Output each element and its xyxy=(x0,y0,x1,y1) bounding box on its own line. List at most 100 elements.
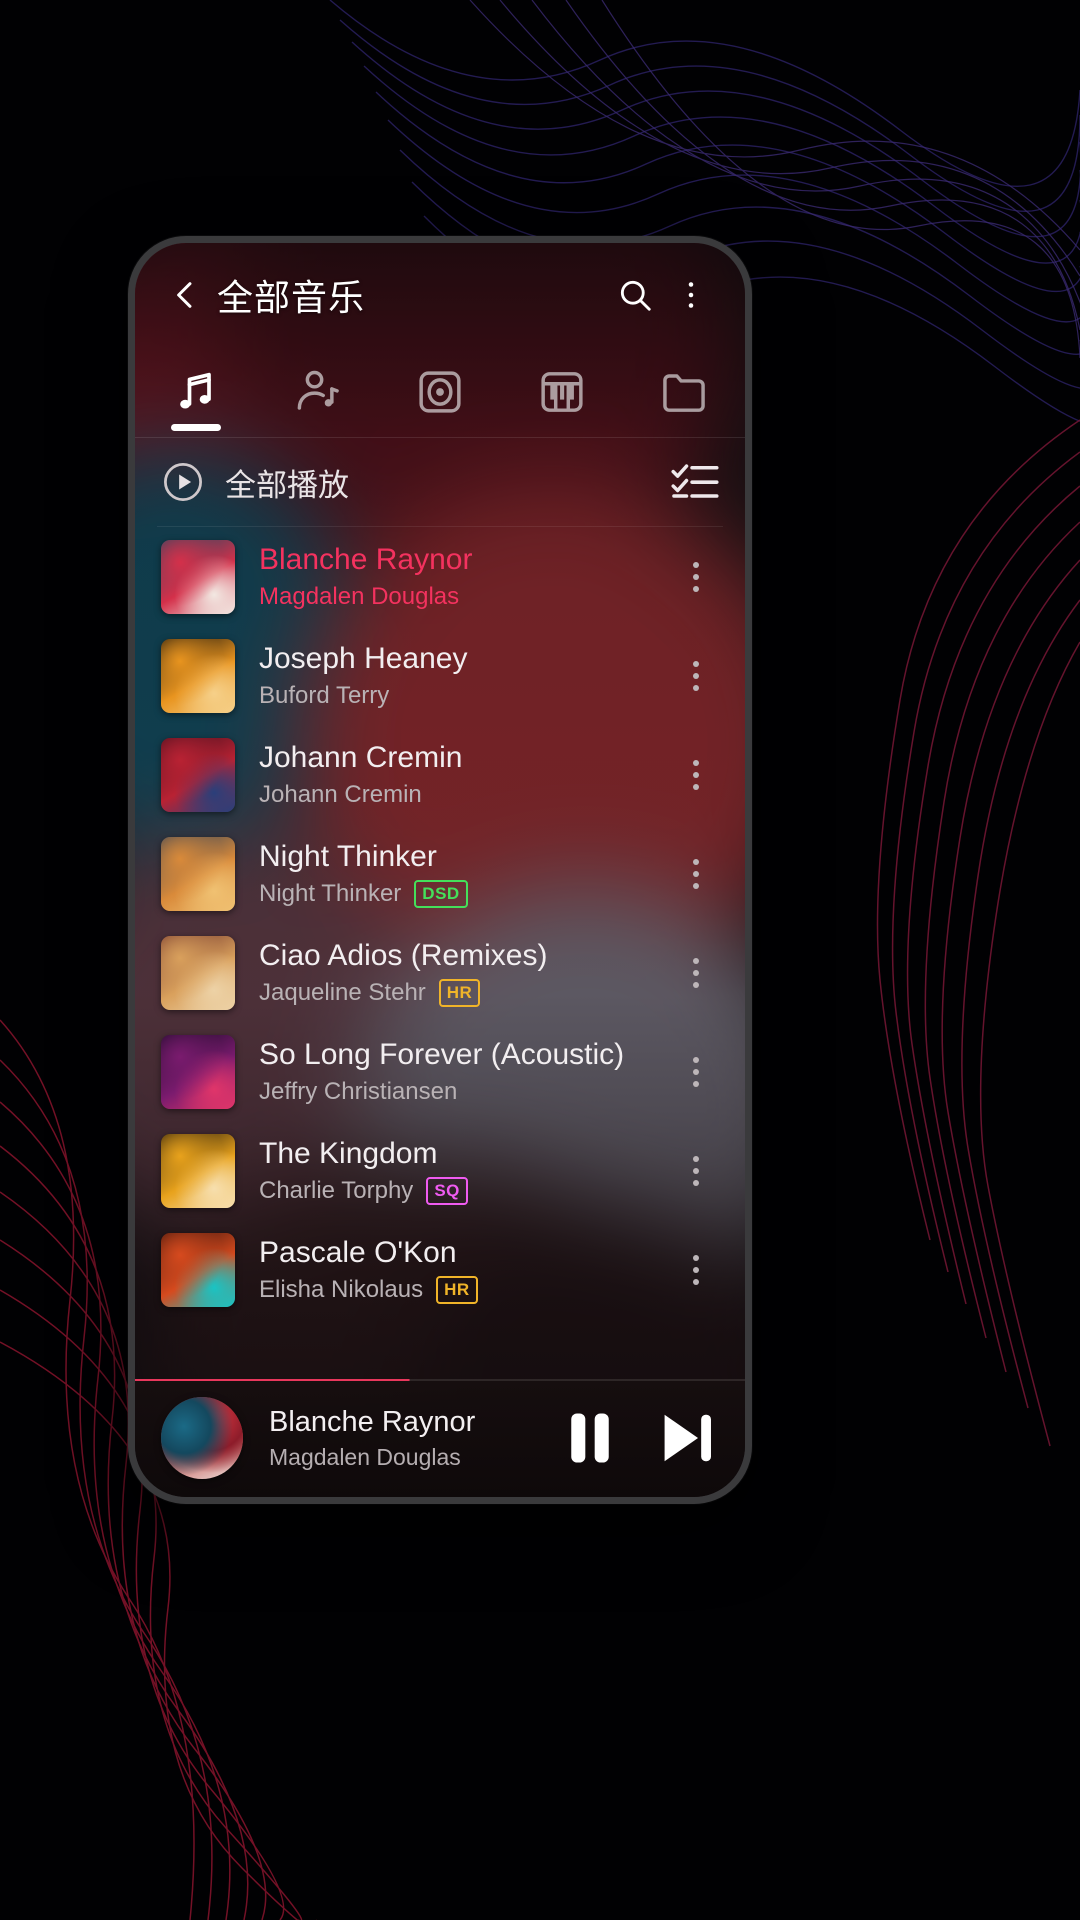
more-vertical-icon xyxy=(693,1254,699,1261)
song-title: Pascale O'Kon xyxy=(259,1236,457,1270)
song-row[interactable]: The Kingdom Charlie Torphy SQ xyxy=(135,1121,745,1220)
more-vertical-icon xyxy=(693,672,699,679)
song-subline: Elisha Nikolaus HR xyxy=(259,1275,669,1304)
song-artwork xyxy=(161,836,235,911)
song-title: Johann Cremin xyxy=(259,741,463,775)
more-vertical-icon xyxy=(693,771,699,778)
song-artist: Magdalen Douglas xyxy=(259,582,460,610)
song-artist: Night Thinker xyxy=(259,879,402,907)
tab-songs[interactable] xyxy=(135,347,257,437)
song-title: The Kingdom xyxy=(259,1137,438,1171)
song-artist: Buford Terry xyxy=(259,681,390,709)
app-topbar: 全部音乐 xyxy=(135,243,745,347)
song-artwork xyxy=(161,737,235,812)
more-vertical-icon xyxy=(693,870,699,877)
search-button[interactable] xyxy=(607,267,663,323)
more-vertical-icon xyxy=(693,1278,699,1285)
song-more-button[interactable] xyxy=(669,933,723,1013)
song-title: Joseph Heaney xyxy=(259,642,468,676)
more-vertical-icon xyxy=(693,1056,699,1063)
song-more-button[interactable] xyxy=(669,537,723,617)
song-artist: Jaqueline Stehr xyxy=(259,978,426,1006)
tab-albums[interactable] xyxy=(379,347,501,437)
song-row[interactable]: Ciao Adios (Remixes) Jaqueline Stehr HR xyxy=(135,923,745,1022)
more-vertical-icon xyxy=(693,1179,699,1186)
tab-genres[interactable] xyxy=(501,347,623,437)
page-title: 全部音乐 xyxy=(217,277,366,318)
song-artwork xyxy=(161,638,235,713)
play-circle-icon xyxy=(164,463,202,501)
song-artist: Johann Cremin xyxy=(259,780,422,808)
song-more-button[interactable] xyxy=(669,1032,723,1112)
pause-button[interactable] xyxy=(563,1409,617,1467)
mini-player-controls xyxy=(563,1409,715,1467)
song-subline: Magdalen Douglas xyxy=(259,583,669,611)
song-title: Night Thinker xyxy=(259,840,437,874)
multiselect-button[interactable] xyxy=(671,460,719,504)
playback-progress-bar[interactable] xyxy=(135,1379,745,1381)
song-subline: Charlie Torphy SQ xyxy=(259,1176,669,1205)
song-row[interactable]: Night Thinker Night Thinker DSD xyxy=(135,824,745,923)
song-row[interactable]: Joseph Heaney Buford Terry xyxy=(135,626,745,725)
more-vertical-icon xyxy=(693,783,699,790)
chevron-left-icon xyxy=(177,282,192,308)
song-title: Blanche Raynor xyxy=(259,543,473,577)
song-artwork xyxy=(161,935,235,1010)
back-button[interactable] xyxy=(161,271,209,319)
more-vertical-icon xyxy=(693,684,699,691)
song-title: So Long Forever (Acoustic) xyxy=(259,1038,625,1072)
song-row[interactable]: Johann Cremin Johann Cremin xyxy=(135,725,745,824)
album-disc-icon xyxy=(419,371,461,413)
play-all-label: 全部播放 xyxy=(225,467,349,503)
mini-player-meta: Blanche Raynor Magdalen Douglas xyxy=(269,1405,563,1470)
phone-device: 全部音乐 全部播放 Blanche Raynor Magdalen Dougla… xyxy=(128,236,752,1504)
song-more-button[interactable] xyxy=(669,1131,723,1211)
artist-icon xyxy=(297,370,339,410)
phone-screen: 全部音乐 全部播放 Blanche Raynor Magdalen Dougla… xyxy=(135,243,745,1497)
more-vertical-icon xyxy=(688,282,694,308)
more-vertical-icon xyxy=(693,759,699,766)
skip-next-icon xyxy=(664,1414,711,1462)
song-more-button[interactable] xyxy=(669,735,723,815)
song-row[interactable]: Blanche Raynor Magdalen Douglas xyxy=(135,527,745,626)
song-list[interactable]: Blanche Raynor Magdalen Douglas Joseph Hea… xyxy=(135,527,745,1317)
play-all-button[interactable]: 全部播放 xyxy=(161,460,349,505)
song-artist: Elisha Nikolaus xyxy=(259,1275,424,1303)
tab-artists[interactable] xyxy=(257,347,379,437)
song-meta: Johann Cremin Johann Cremin xyxy=(259,740,669,808)
overflow-menu-button[interactable] xyxy=(663,267,719,323)
piano-keys-icon xyxy=(541,372,583,412)
tab-active-indicator xyxy=(171,424,221,431)
search-icon xyxy=(620,280,651,311)
quality-badge: HR xyxy=(438,978,481,1007)
song-artwork xyxy=(161,1133,235,1208)
more-vertical-icon xyxy=(693,660,699,667)
song-more-button[interactable] xyxy=(669,1230,723,1310)
song-subline: Buford Terry xyxy=(259,682,669,710)
more-vertical-icon xyxy=(693,981,699,988)
more-vertical-icon xyxy=(693,573,699,580)
more-vertical-icon xyxy=(693,585,699,592)
tab-folders[interactable] xyxy=(623,347,745,437)
quality-badge: SQ xyxy=(426,1176,468,1205)
song-meta: Joseph Heaney Buford Terry xyxy=(259,641,669,709)
song-meta: So Long Forever (Acoustic) Jeffry Christi… xyxy=(259,1037,669,1105)
song-more-button[interactable] xyxy=(669,834,723,914)
song-row[interactable]: So Long Forever (Acoustic) Jeffry Christi… xyxy=(135,1022,745,1121)
more-vertical-icon xyxy=(693,858,699,865)
mini-player[interactable]: Blanche Raynor Magdalen Douglas xyxy=(135,1379,745,1497)
music-note-icon xyxy=(180,372,211,409)
mini-player-artwork xyxy=(161,1397,243,1479)
song-subline: Johann Cremin xyxy=(259,781,669,809)
more-vertical-icon xyxy=(693,1068,699,1075)
song-row[interactable]: Pascale O'Kon Elisha Nikolaus HR xyxy=(135,1220,745,1317)
more-vertical-icon xyxy=(693,969,699,976)
next-track-button[interactable] xyxy=(657,1409,715,1467)
song-more-button[interactable] xyxy=(669,636,723,716)
song-artist: Charlie Torphy xyxy=(259,1176,414,1204)
more-vertical-icon xyxy=(693,1266,699,1273)
checklist-icon xyxy=(671,464,719,498)
song-artwork xyxy=(161,539,235,614)
song-meta: Night Thinker Night Thinker DSD xyxy=(259,839,669,908)
song-meta: The Kingdom Charlie Torphy SQ xyxy=(259,1136,669,1205)
